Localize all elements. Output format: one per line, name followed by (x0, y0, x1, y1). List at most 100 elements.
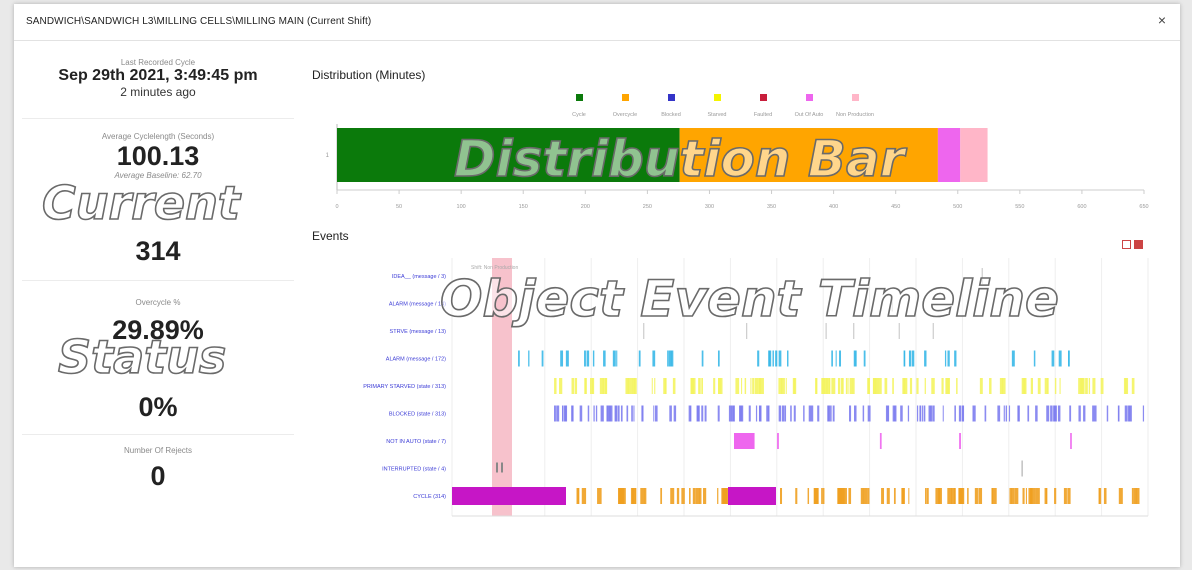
legend-swatch[interactable] (852, 94, 859, 101)
event-mark[interactable] (559, 378, 563, 394)
legend-swatch[interactable] (622, 94, 629, 101)
event-mark[interactable] (974, 488, 978, 504)
event-mark[interactable] (1035, 405, 1038, 422)
event-mark[interactable] (902, 378, 906, 394)
event-mark[interactable] (1131, 378, 1135, 394)
event-row-label[interactable]: NOT IN AUTO (state / 7) (386, 439, 446, 445)
event-mark[interactable] (643, 323, 645, 339)
event-mark[interactable] (898, 323, 900, 339)
event-mark[interactable] (981, 268, 983, 284)
legend-swatch[interactable] (668, 94, 675, 101)
event-mark[interactable] (632, 378, 636, 394)
event-mark[interactable] (592, 350, 595, 367)
event-mark[interactable] (496, 462, 498, 473)
event-mark[interactable] (587, 405, 590, 422)
event-mark[interactable] (925, 488, 927, 504)
event-mark[interactable] (600, 405, 603, 422)
event-mark[interactable] (954, 350, 957, 367)
event-mark[interactable] (746, 323, 748, 339)
event-mark[interactable] (1035, 488, 1040, 504)
event-mark[interactable] (840, 378, 843, 394)
event-mark[interactable] (1092, 378, 1096, 394)
event-mark[interactable] (1085, 378, 1088, 394)
event-mark[interactable] (595, 405, 598, 422)
event-mark[interactable] (701, 405, 704, 422)
event-mark[interactable] (627, 378, 630, 394)
event-mark[interactable] (779, 488, 783, 504)
event-mark[interactable] (735, 378, 740, 394)
event-mark[interactable] (1106, 405, 1109, 422)
event-row-label[interactable]: ALARM (message / 14) (389, 302, 446, 308)
event-mark[interactable] (863, 350, 866, 367)
event-mark[interactable] (835, 350, 837, 367)
event-mark[interactable] (984, 405, 987, 422)
event-mark[interactable] (690, 378, 694, 394)
event-mark[interactable] (779, 405, 781, 422)
event-row-label[interactable]: ALARM (message / 172) (386, 357, 446, 363)
event-mark[interactable] (670, 488, 675, 504)
event-mark[interactable] (777, 433, 779, 449)
event-mark[interactable] (778, 378, 783, 394)
event-mark[interactable] (1083, 405, 1086, 422)
event-mark[interactable] (884, 378, 888, 394)
event-mark[interactable] (1125, 378, 1129, 394)
event-mark[interactable] (830, 405, 832, 422)
event-mark[interactable] (562, 405, 564, 422)
event-mark[interactable] (931, 378, 935, 394)
event-mark[interactable] (560, 350, 564, 367)
event-mark[interactable] (867, 378, 870, 394)
event-mark[interactable] (909, 378, 913, 394)
event-mark[interactable] (932, 405, 935, 422)
event-mark[interactable] (886, 488, 890, 504)
event-mark[interactable] (807, 488, 810, 504)
event-mark[interactable] (828, 378, 831, 394)
event-mark[interactable] (1078, 405, 1081, 422)
legend-label[interactable]: Blocked (661, 112, 681, 118)
event-mark[interactable] (574, 378, 578, 394)
event-mark[interactable] (1054, 488, 1057, 504)
event-mark[interactable] (681, 488, 685, 504)
event-mark[interactable] (1022, 488, 1025, 504)
event-mark[interactable] (1053, 405, 1057, 422)
legend-label[interactable]: Starved (708, 112, 727, 118)
event-row-label[interactable]: IDEA__ (message / 3) (392, 274, 446, 280)
event-mark[interactable] (690, 405, 692, 422)
event-mark[interactable] (787, 350, 789, 367)
event-mark[interactable] (849, 378, 853, 394)
event-mark[interactable] (668, 350, 672, 367)
event-mark[interactable] (728, 405, 732, 422)
event-mark[interactable] (1067, 488, 1071, 504)
event-mark[interactable] (916, 405, 919, 422)
event-mark[interactable] (954, 488, 956, 504)
event-mark[interactable] (932, 323, 934, 339)
event-mark[interactable] (1118, 405, 1120, 422)
event-mark[interactable] (584, 378, 587, 394)
event-mark[interactable] (1063, 488, 1067, 504)
event-mark[interactable] (941, 378, 944, 394)
distribution-segment-overcycle[interactable] (679, 128, 938, 182)
event-row-label[interactable]: PRIMARY STARVED (state / 313) (363, 384, 446, 390)
event-mark[interactable] (615, 405, 618, 422)
legend-label[interactable]: Cycle (572, 112, 586, 118)
event-mark[interactable] (793, 405, 796, 422)
legend-label[interactable]: Out Of Auto (795, 112, 824, 118)
event-mark[interactable] (652, 350, 656, 367)
legend-label[interactable]: Faulted (754, 112, 772, 118)
event-row-label[interactable]: STRVE (message / 13) (390, 329, 447, 335)
event-mark[interactable] (618, 488, 621, 504)
event-mark[interactable] (831, 378, 836, 394)
event-mark[interactable] (713, 378, 716, 394)
event-mark[interactable] (837, 378, 841, 394)
event-mark[interactable] (638, 350, 641, 367)
event-mark[interactable] (1059, 378, 1061, 394)
event-mark[interactable] (701, 378, 704, 394)
event-mark[interactable] (616, 350, 618, 367)
event-mark[interactable] (642, 405, 644, 422)
event-mark[interactable] (699, 488, 702, 504)
event-mark[interactable] (717, 488, 719, 504)
event-mark[interactable] (734, 433, 754, 449)
close-icon[interactable]: × (1158, 12, 1166, 28)
event-mark[interactable] (924, 350, 927, 367)
event-mark[interactable] (854, 405, 857, 422)
event-mark[interactable] (586, 350, 590, 367)
